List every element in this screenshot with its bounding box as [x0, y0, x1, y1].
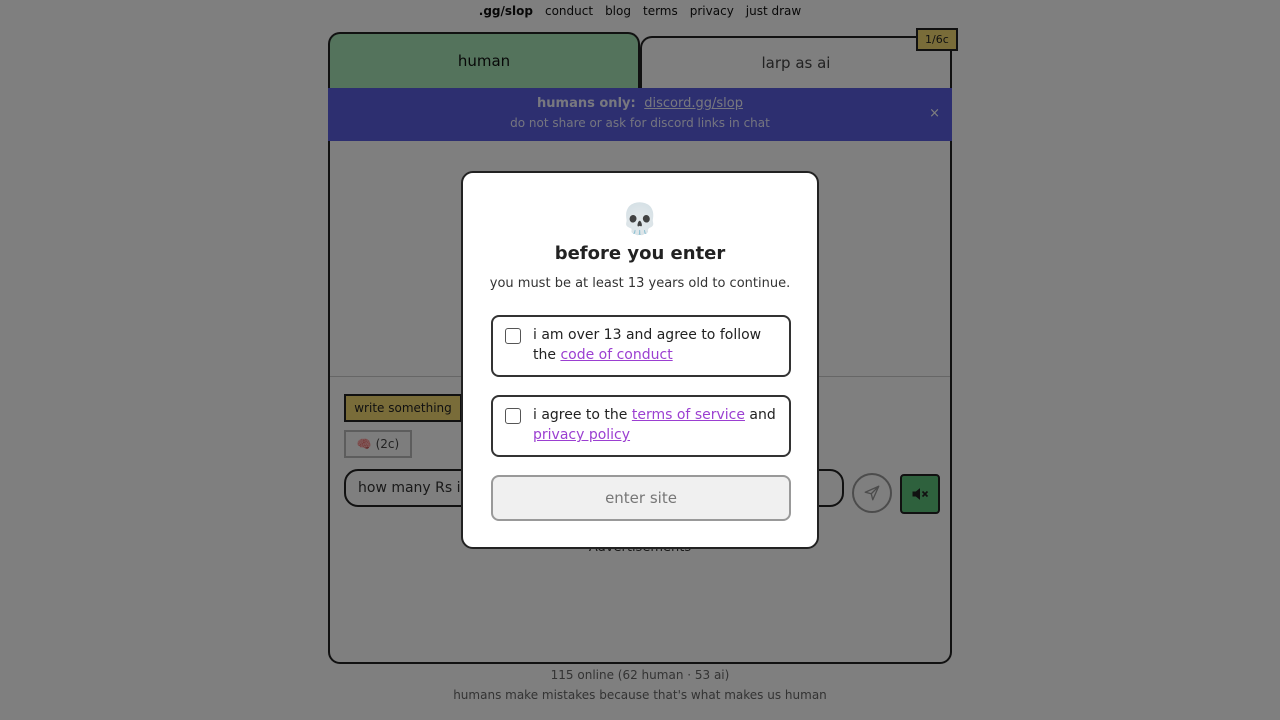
consent-terms-text: i agree to the terms of service and priv…	[533, 405, 783, 445]
consent-terms[interactable]: i agree to the terms of service and priv…	[491, 395, 791, 457]
modal-subtitle: you must be at least 13 years old to con…	[489, 276, 791, 291]
consent2-and: and	[749, 407, 776, 423]
skull-icon: 💀	[621, 202, 659, 237]
modal-title: before you enter	[554, 243, 726, 264]
age-gate-modal: 💀 before you enter you must be at least …	[461, 171, 819, 549]
modal-overlay: 💀 before you enter you must be at least …	[0, 0, 1280, 720]
conduct-checkbox[interactable]	[505, 328, 521, 344]
enter-site-button[interactable]: enter site	[491, 475, 791, 521]
code-of-conduct-link[interactable]: code of conduct	[560, 347, 672, 363]
consent-conduct[interactable]: i am over 13 and agree to follow the cod…	[491, 315, 791, 377]
consent2-label: i agree to the	[533, 407, 628, 423]
terms-of-service-link[interactable]: terms of service	[632, 407, 745, 423]
consent-conduct-text: i am over 13 and agree to follow the cod…	[533, 325, 783, 365]
terms-checkbox[interactable]	[505, 408, 521, 424]
privacy-policy-link[interactable]: privacy policy	[533, 427, 630, 443]
